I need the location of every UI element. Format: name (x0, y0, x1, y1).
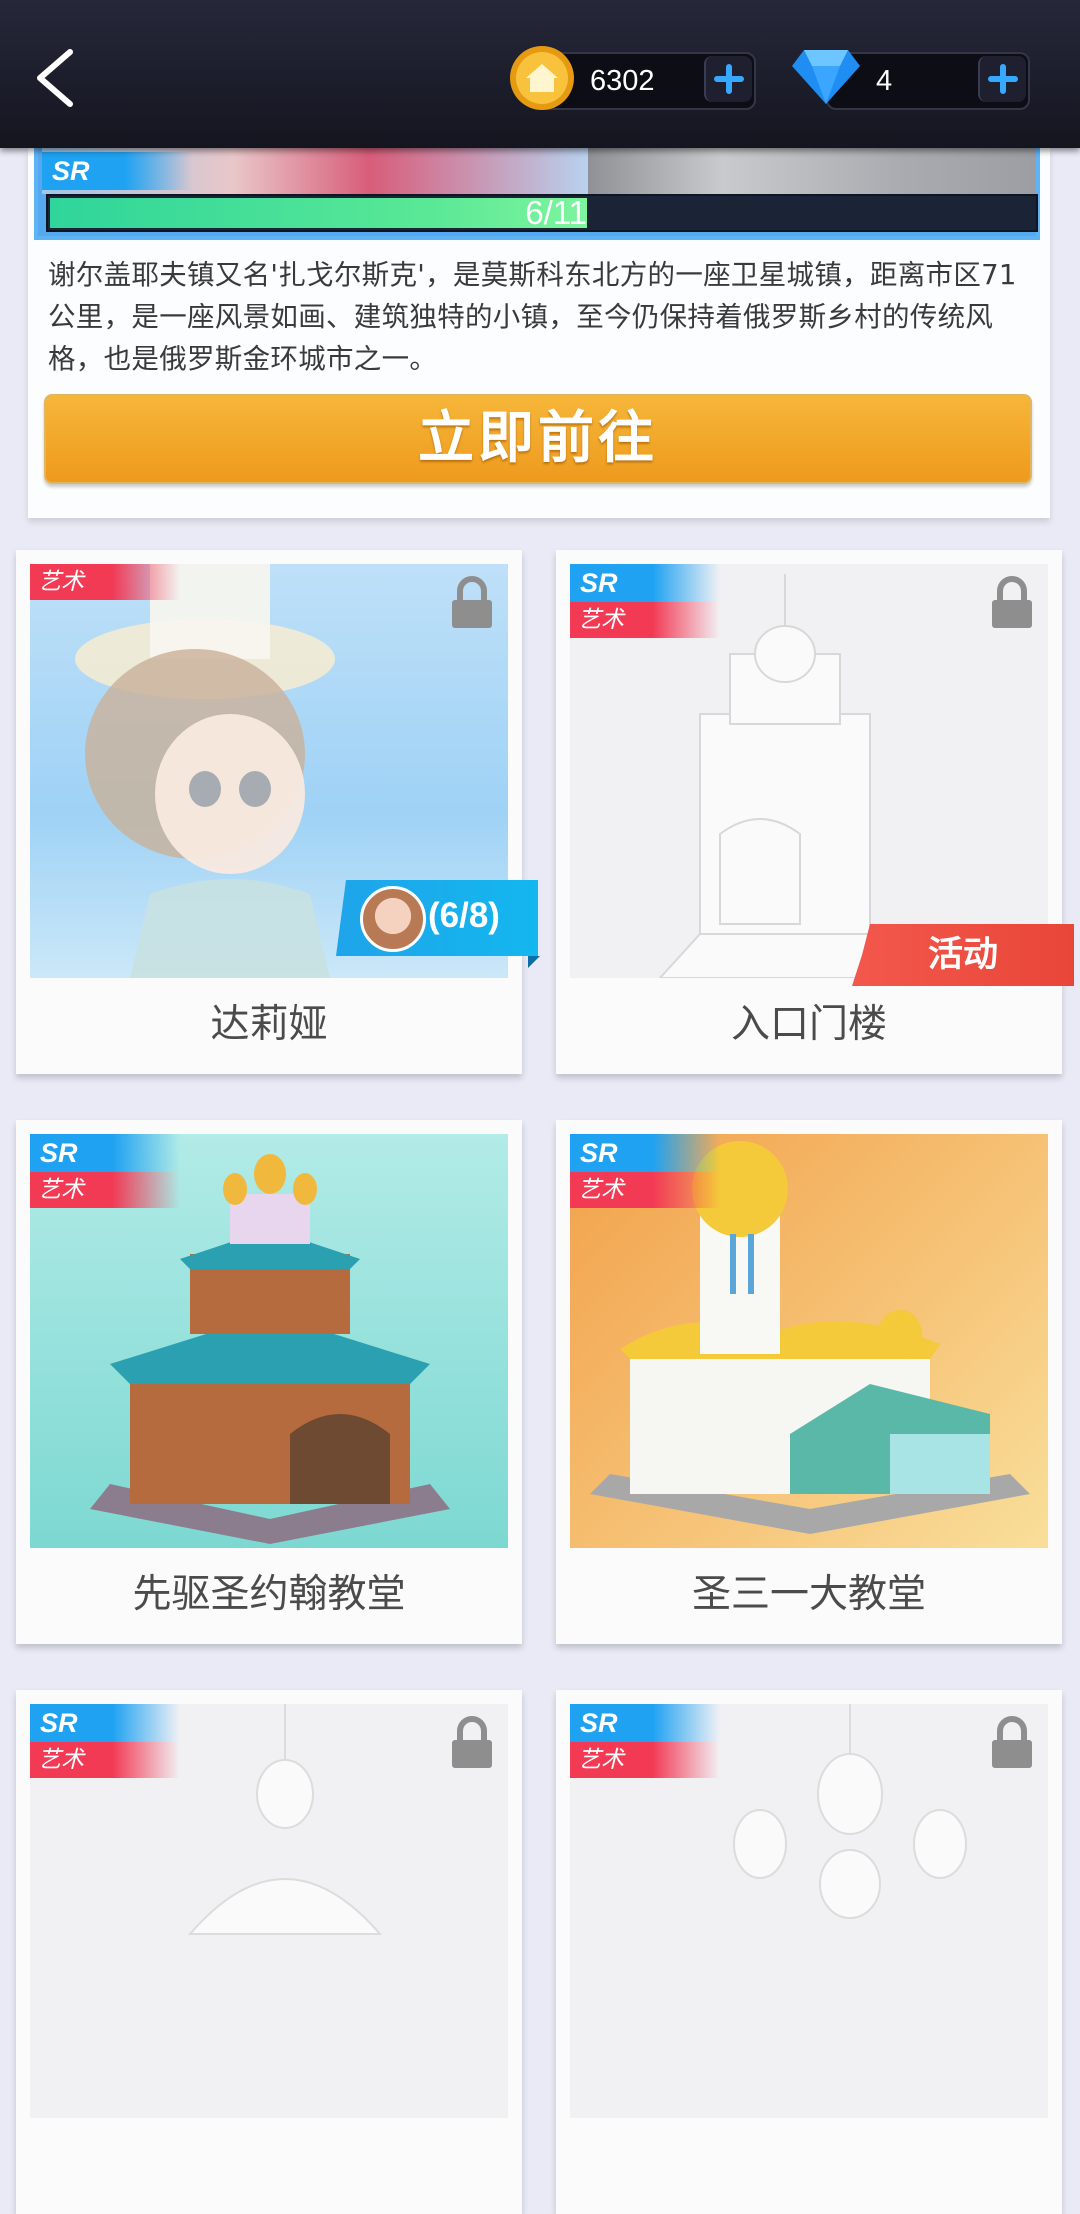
collection-progress-bar: 6/11 (46, 194, 1038, 232)
banner-photo (588, 148, 1036, 194)
back-arrow-icon[interactable] (30, 48, 90, 108)
art-tag: 艺术 (30, 1742, 180, 1778)
art-tag: 艺术 (570, 1172, 720, 1208)
art-tag: 艺术 (30, 564, 180, 600)
collection-card[interactable]: 艺术 (6/8) 达莉娅 (16, 550, 540, 1074)
art-tag: 艺术 (570, 602, 720, 638)
card-title: 达莉娅 (210, 1002, 328, 1047)
top-bar: 6302 4 (0, 0, 1080, 148)
add-gems-button[interactable] (978, 56, 1026, 102)
avatar-icon (360, 886, 426, 952)
sr-tag: SR (42, 152, 192, 190)
plus-icon (988, 64, 1018, 94)
plus-icon (714, 64, 744, 94)
add-coins-button[interactable] (704, 56, 752, 102)
coin-icon (508, 44, 576, 112)
coin-count: 6302 (590, 65, 655, 97)
sr-tag: SR (570, 564, 720, 602)
art-tag: 艺术 (570, 1742, 720, 1778)
sr-tag: SR (570, 1134, 720, 1172)
art-tag: 艺术 (30, 1172, 180, 1208)
collection-card[interactable]: SR 艺术 (556, 1690, 1062, 2214)
sr-tag: SR (570, 1704, 720, 1742)
lock-icon (450, 1716, 494, 1770)
gem-icon (790, 48, 862, 106)
lock-icon (450, 576, 494, 630)
banner-image: SR 6/11 (34, 148, 1040, 240)
collection-card[interactable]: SR 艺术 先驱圣约翰教堂 (16, 1120, 522, 1644)
card-title: 入口门楼 (730, 1002, 887, 1047)
event-badge: 活动 (852, 924, 1074, 986)
lock-icon (990, 576, 1034, 630)
sr-tag: SR (30, 1134, 180, 1172)
progress-label: 6/11 (525, 194, 587, 231)
go-now-button[interactable]: 立即前往 (44, 394, 1032, 484)
badge-fold (528, 956, 540, 968)
region-description: 谢尔盖耶夫镇又名'扎戈尔斯克'，是莫斯科东北方的一座卫星城镇，距离市区71公里，… (48, 259, 1017, 375)
card-title: 圣三一大教堂 (691, 1572, 926, 1617)
region-banner: SR 6/11 谢尔盖耶夫镇又名'扎戈尔斯克'，是莫斯科东北方的一座卫星城镇，距… (28, 148, 1050, 518)
lock-icon (990, 1716, 1034, 1770)
gem-count: 4 (876, 65, 893, 97)
card-title: 先驱圣约翰教堂 (132, 1572, 406, 1617)
story-progress-label: (6/8) (428, 896, 500, 935)
sr-tag: SR (30, 1704, 180, 1742)
collection-card[interactable]: SR 艺术 (16, 1690, 522, 2214)
collection-card[interactable]: SR 艺术 圣三一大教堂 (556, 1120, 1062, 1644)
collection-card[interactable]: SR 艺术 活动 入口门楼 (556, 550, 1074, 1074)
story-progress-badge: (6/8) (336, 880, 538, 956)
